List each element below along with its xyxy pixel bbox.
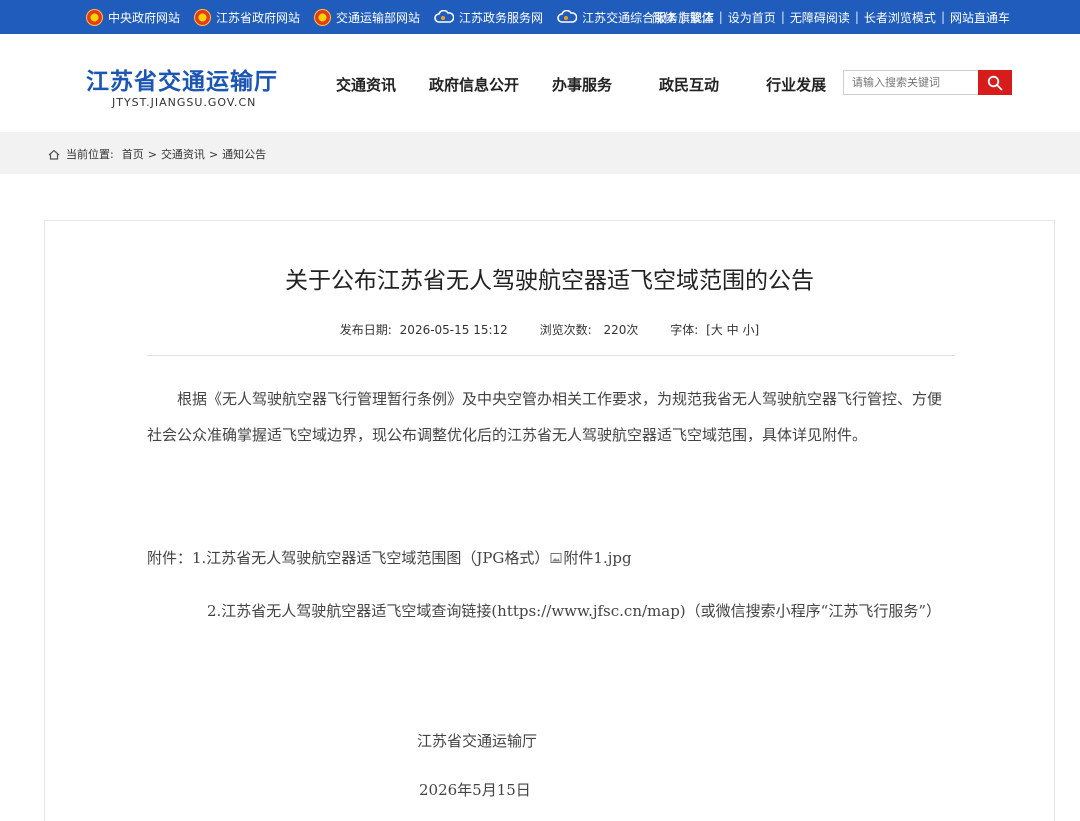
gov-link-jiangsu[interactable]: 江苏省政府网站	[194, 8, 301, 26]
site-logo-title[interactable]: 江苏省交通运输厅	[86, 62, 278, 96]
font-size-large[interactable]: 大	[711, 323, 723, 337]
gov-link-label: 江苏政务服务网	[459, 10, 544, 25]
breadcrumb-home[interactable]: 首页	[122, 146, 144, 162]
attachment-2: 2.江苏省无人驾驶航空器适飞空域查询链接(https://www.jfsc.cn…	[207, 602, 941, 620]
font-size-label: 字体:	[670, 323, 699, 337]
article-card: 关于公布江苏省无人驾驶航空器适飞空域范围的公告 发布日期: 2026-05-15…	[44, 220, 1055, 821]
accessibility-link[interactable]: 无障碍阅读	[790, 9, 850, 26]
font-size-control: 字体: [大 中 小]	[670, 323, 759, 337]
article-meta: 发布日期: 2026-05-15 15:12 浏览次数: 220次 字体: [大…	[45, 321, 1054, 338]
search-box	[843, 70, 1012, 95]
site-directory-link[interactable]: 网站直通车	[950, 9, 1010, 26]
simplified-chinese-link[interactable]: 简体	[652, 9, 676, 26]
nav-item-gov-info[interactable]: 政府信息公开	[429, 74, 519, 95]
gov-link-label: 中央政府网站	[108, 10, 181, 25]
gov-link-service[interactable]: 江苏政务服务网	[434, 9, 543, 26]
nav-item-interaction[interactable]: 政民互动	[659, 74, 719, 95]
title-divider	[147, 355, 955, 356]
set-homepage-link[interactable]: 设为首页	[728, 9, 776, 26]
attachment-1: 附件：1.江苏省无人驾驶航空器适飞空域范围图（JPG格式） 附件1.jpg	[147, 546, 955, 570]
top-right-links: 简体 | 繁体 | 设为首页 | 无障碍阅读 | 长者浏览模式 | 网站直通车	[652, 0, 1010, 34]
elder-mode-link[interactable]: 长者浏览模式	[864, 9, 936, 26]
publish-date-value: 2026-05-15 15:12	[399, 323, 508, 337]
breadcrumb-prefix: 当前位置:	[66, 148, 114, 161]
gov-link-mot[interactable]: 交通运输部网站	[314, 8, 421, 26]
nav-item-industry[interactable]: 行业发展	[766, 74, 826, 95]
font-size-small[interactable]: 小	[743, 323, 755, 337]
national-emblem-icon	[314, 8, 332, 26]
search-input[interactable]	[843, 70, 981, 95]
gov-link-label: 交通运输部网站	[336, 10, 421, 25]
separator: |	[680, 10, 685, 24]
national-emblem-icon	[86, 8, 103, 26]
view-count: 浏览次数: 220次	[540, 323, 643, 337]
gov-links: 中央政府网站 江苏省政府网站 交通运输部网站 江苏政务服务网 江苏交通综合服务旗…	[86, 0, 728, 34]
site-domain: JTYST.JIANGSU.GOV.CN	[112, 96, 257, 109]
breadcrumb-news[interactable]: 交通资讯	[161, 146, 205, 162]
breadcrumb-separator: >	[208, 147, 219, 161]
separator: |	[854, 10, 859, 24]
publish-date: 发布日期: 2026-05-15 15:12	[340, 323, 512, 337]
article-title: 关于公布江苏省无人驾驶航空器适飞空域范围的公告	[285, 268, 814, 294]
main-nav: 交通资讯 政府信息公开 办事服务 政民互动 行业发展	[320, 74, 826, 95]
search-button[interactable]	[978, 70, 1012, 95]
signature-date: 2026年5月15日	[419, 781, 531, 799]
cloud-logo-icon	[434, 10, 455, 23]
gov-link-central[interactable]: 中央政府网站	[86, 8, 181, 26]
view-count-label: 浏览次数:	[539, 323, 592, 337]
breadcrumb-bar: 当前位置: 首页 > 交通资讯 > 通知公告	[0, 132, 1080, 174]
breadcrumb: 当前位置: 首页 > 交通资讯 > 通知公告	[48, 146, 266, 162]
home-icon	[48, 149, 60, 160]
view-count-value: 220次	[603, 323, 639, 337]
bracket-close: ]	[754, 323, 760, 337]
attachment-1-file-link[interactable]: 附件1.jpg	[563, 549, 631, 567]
cloud-logo-icon	[557, 10, 578, 23]
publish-date-label: 发布日期:	[339, 323, 392, 337]
breadcrumb-separator: >	[147, 147, 157, 161]
image-file-icon	[550, 553, 562, 563]
article-paragraph: 根据《无人驾驶航空器飞行管理暂行条例》及中央空管办相关工作要求，为规范我省无人驾…	[147, 390, 943, 444]
attachment-1-text: 附件：1.江苏省无人驾驶航空器适飞空域范围图（JPG格式）	[147, 549, 550, 567]
signature: 江苏省交通运输厅	[417, 732, 538, 750]
separator: |	[940, 10, 945, 24]
national-emblem-icon	[194, 8, 212, 26]
breadcrumb-notices[interactable]: 通知公告	[222, 146, 266, 162]
nav-item-services[interactable]: 办事服务	[552, 74, 612, 95]
font-size-medium[interactable]: 中	[727, 323, 739, 337]
top-bar: 中央政府网站 江苏省政府网站 交通运输部网站 江苏政务服务网 江苏交通综合服务旗…	[0, 0, 1080, 34]
traditional-chinese-link[interactable]: 繁体	[690, 9, 714, 26]
gov-link-label: 江苏省政府网站	[216, 10, 301, 25]
site-header: 江苏省交通运输厅 JTYST.JIANGSU.GOV.CN 交通资讯 政府信息公…	[0, 34, 1080, 132]
separator: |	[718, 10, 723, 24]
search-icon	[987, 75, 1003, 90]
separator: |	[780, 10, 785, 24]
nav-item-news[interactable]: 交通资讯	[336, 74, 396, 95]
